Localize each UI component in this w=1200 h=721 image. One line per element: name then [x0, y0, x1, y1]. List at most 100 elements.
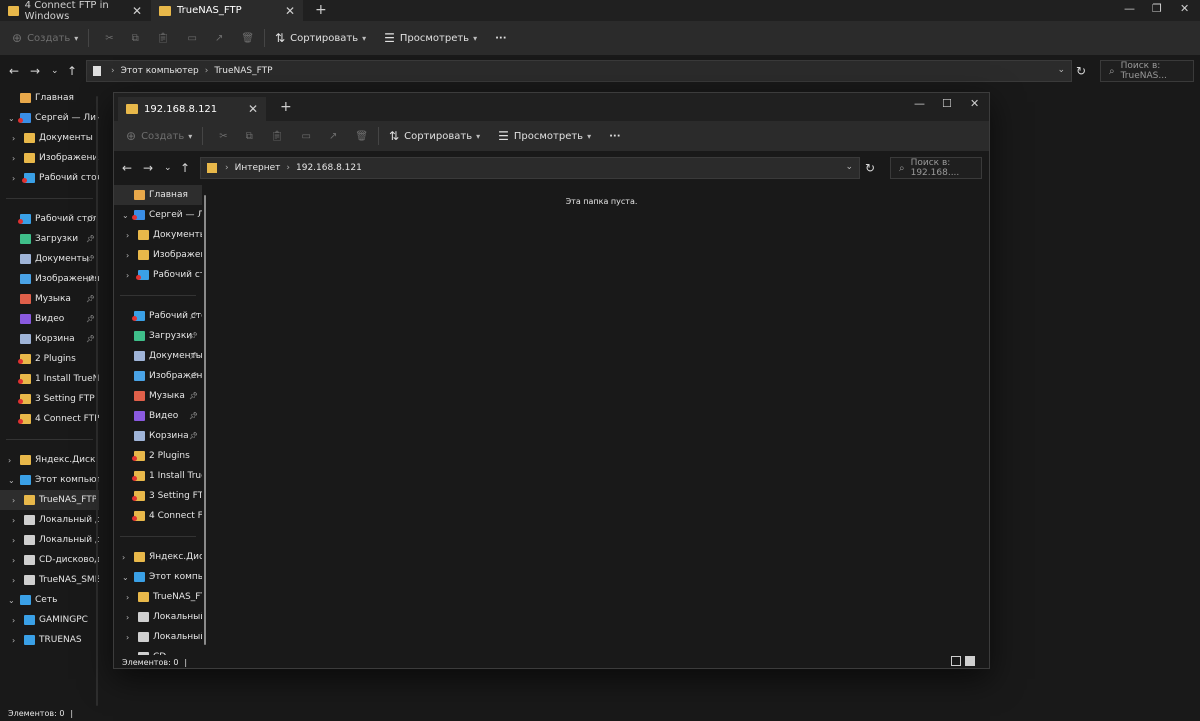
- sidebar-item[interactable]: › Изображения: [114, 245, 202, 265]
- sidebar-item[interactable]: › TrueNAS_FTP: [0, 490, 99, 510]
- pin-icon[interactable]: 📌︎: [86, 315, 95, 323]
- search-input[interactable]: ⌕ Поиск в: TrueNAS...: [1100, 60, 1194, 82]
- chevron-right-icon[interactable]: ›: [12, 134, 15, 143]
- sidebar-item[interactable]: › Рабочий стол: [0, 168, 99, 188]
- chevron-right-icon[interactable]: ›: [126, 613, 129, 622]
- sidebar-item[interactable]: Главная: [114, 185, 202, 205]
- create-button[interactable]: ⊕ Создать ▾: [126, 129, 192, 143]
- back-arrow-icon[interactable]: ←: [122, 161, 132, 175]
- chevron-right-icon[interactable]: ›: [12, 154, 15, 163]
- sidebar-item[interactable]: Музыка 📌︎: [0, 289, 99, 309]
- sidebar-item[interactable]: Документы 📌︎: [0, 249, 99, 269]
- sidebar-item[interactable]: 2 Plugins: [114, 446, 202, 466]
- refresh-icon[interactable]: ↻: [865, 161, 875, 175]
- sidebar-item[interactable]: Рабочий стол📌︎: [114, 306, 202, 326]
- new-tab-button[interactable]: +: [280, 99, 292, 115]
- forward-arrow-icon[interactable]: →: [143, 161, 153, 175]
- sidebar-item[interactable]: › Яндекс.Диск: [0, 450, 99, 470]
- close-window-icon[interactable]: ✕: [1180, 2, 1189, 15]
- sidebar-item[interactable]: Видео 📌︎: [0, 309, 99, 329]
- chevron-down-icon[interactable]: ⌄: [122, 211, 129, 220]
- share-icon[interactable]: ↗: [329, 131, 337, 142]
- chevron-right-icon[interactable]: ›: [12, 576, 15, 585]
- delete-icon[interactable]: 🗑︎: [241, 33, 254, 44]
- pin-icon[interactable]: 📌︎: [189, 332, 198, 340]
- chevron-right-icon[interactable]: ›: [126, 231, 129, 240]
- sidebar-item[interactable]: › Рабочий стол: [114, 265, 202, 285]
- chevron-right-icon[interactable]: ›: [126, 633, 129, 642]
- chevron-down-icon[interactable]: ⌄: [1057, 65, 1065, 75]
- pin-icon[interactable]: 📌︎: [86, 275, 95, 283]
- sidebar-item[interactable]: › Яндекс.Диск: [114, 547, 202, 567]
- details-view-icon[interactable]: [951, 656, 961, 666]
- sidebar-item[interactable]: Документы 📌︎: [114, 346, 202, 366]
- chevron-right-icon[interactable]: ›: [12, 556, 15, 565]
- chevron-down-icon[interactable]: ⌄: [122, 573, 129, 582]
- pin-icon[interactable]: 📌︎: [86, 235, 95, 243]
- sidebar-item[interactable]: 4 Connect FTP in: [114, 506, 202, 526]
- up-arrow-icon[interactable]: ↑: [67, 64, 77, 78]
- breadcrumb-this-pc[interactable]: Этот компьютер: [121, 66, 199, 76]
- sidebar-item[interactable]: ⌄ Этот компьютер: [0, 470, 99, 490]
- sidebar-item[interactable]: 3 Setting FTP: [114, 486, 202, 506]
- chevron-down-icon[interactable]: ⌄: [845, 162, 853, 172]
- breadcrumb-truenas-ftp[interactable]: TrueNAS_FTP: [214, 66, 272, 76]
- view-button[interactable]: ☰ Просмотреть ▾: [498, 129, 591, 143]
- sidebar-item[interactable]: › GAMINGPC: [0, 610, 99, 630]
- sidebar-item[interactable]: ⌄ Этот компьютер: [114, 567, 202, 587]
- chevron-right-icon[interactable]: ›: [12, 636, 15, 645]
- rename-icon[interactable]: ▭: [188, 33, 197, 44]
- sidebar-item[interactable]: ⌄ Сеть: [0, 590, 99, 610]
- copy-icon[interactable]: ⧉: [246, 131, 253, 142]
- more-options-button[interactable]: ···: [609, 131, 620, 142]
- chevron-right-icon[interactable]: ›: [12, 516, 15, 525]
- sidebar-item[interactable]: Видео 📌︎: [114, 406, 202, 426]
- chevron-right-icon[interactable]: ›: [8, 456, 11, 465]
- sidebar-item[interactable]: › Локальный диск: [0, 530, 99, 550]
- recent-chevron-icon[interactable]: ⌄: [51, 66, 59, 76]
- sidebar-item[interactable]: Корзина 📌︎: [0, 329, 99, 349]
- chevron-down-icon[interactable]: ⌄: [8, 114, 15, 123]
- close-tab-icon[interactable]: ✕: [132, 4, 142, 18]
- sidebar-item[interactable]: Музыка 📌︎: [114, 386, 202, 406]
- cut-icon[interactable]: ✂: [219, 131, 227, 142]
- forward-arrow-icon[interactable]: →: [30, 64, 40, 78]
- copy-icon[interactable]: ⧉: [132, 33, 139, 44]
- minimize-icon[interactable]: —: [1124, 2, 1135, 15]
- back-arrow-icon[interactable]: ←: [9, 64, 19, 78]
- pin-icon[interactable]: 📌︎: [86, 255, 95, 263]
- up-arrow-icon[interactable]: ↑: [180, 161, 190, 175]
- sort-button[interactable]: ⇅ Сортировать ▾: [275, 31, 366, 45]
- pin-icon[interactable]: 📌︎: [189, 412, 198, 420]
- close-tab-icon[interactable]: ✕: [285, 4, 295, 18]
- sidebar-item[interactable]: Корзина 📌︎: [114, 426, 202, 446]
- sort-button[interactable]: ⇅ Сортировать ▾: [389, 129, 480, 143]
- rename-icon[interactable]: ▭: [302, 131, 311, 142]
- pin-icon[interactable]: 📌︎: [86, 215, 95, 223]
- close-tab-icon[interactable]: ✕: [248, 102, 258, 116]
- sidebar-item[interactable]: 3 Setting FTP: [0, 389, 99, 409]
- cut-icon[interactable]: ✂: [105, 33, 113, 44]
- chevron-down-icon[interactable]: ⌄: [8, 596, 15, 605]
- sidebar-item[interactable]: 4 Connect FTP in W: [0, 409, 99, 429]
- pin-icon[interactable]: 📌︎: [86, 295, 95, 303]
- chevron-right-icon[interactable]: ›: [12, 536, 15, 545]
- chevron-right-icon[interactable]: ›: [126, 593, 129, 602]
- sidebar-item[interactable]: 1 Install TrueNAS on: [0, 369, 99, 389]
- paste-icon[interactable]: 📋︎: [271, 131, 284, 142]
- sidebar-item[interactable]: 2 Plugins: [0, 349, 99, 369]
- address-bar[interactable]: › Интернет › 192.168.8.121 ⌄: [200, 157, 860, 179]
- sidebar-item[interactable]: › TrueNAS_SMB (\\T: [0, 570, 99, 590]
- recent-chevron-icon[interactable]: ⌄: [164, 163, 172, 173]
- pin-icon[interactable]: 📌︎: [189, 372, 198, 380]
- view-button[interactable]: ☰ Просмотреть ▾: [384, 31, 477, 45]
- breadcrumb-ip-address[interactable]: 192.168.8.121: [296, 163, 362, 173]
- more-options-button[interactable]: ···: [495, 33, 506, 44]
- sidebar-item[interactable]: Рабочий стол📌︎: [0, 209, 99, 229]
- tiles-view-icon[interactable]: [965, 656, 975, 666]
- refresh-icon[interactable]: ↻: [1076, 64, 1086, 78]
- chevron-right-icon[interactable]: ›: [122, 553, 125, 562]
- chevron-right-icon[interactable]: ›: [12, 616, 15, 625]
- chevron-right-icon[interactable]: ›: [126, 271, 129, 280]
- sidebar-item[interactable]: ⌄ Сергей — Личное: [0, 108, 99, 128]
